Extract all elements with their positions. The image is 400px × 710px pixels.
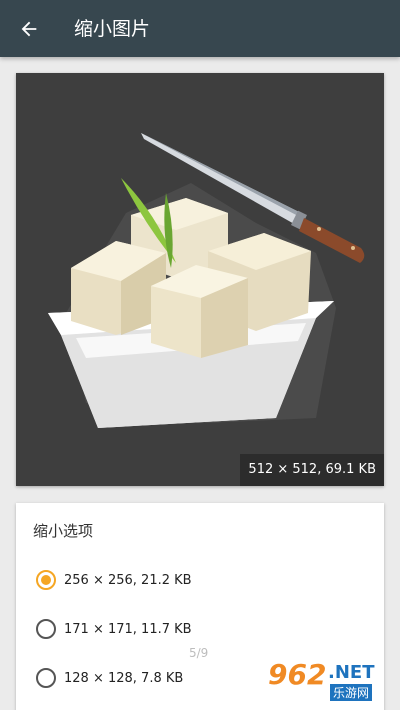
arrow-back-icon [21,21,37,37]
original-size-caption: 512 × 512, 69.1 KB [240,454,384,486]
option-256[interactable]: 256 × 256, 21.2 KB [36,562,366,598]
watermark-number: 962 [268,658,327,691]
radio-unchecked-icon[interactable] [36,619,56,639]
watermark-logo: 962 .NET 乐游网 [266,658,396,706]
radio-unchecked-icon[interactable] [36,668,56,688]
app-bar: 缩小图片 [0,0,400,57]
option-label: 256 × 256, 21.2 KB [64,572,192,588]
page-indicator: 5/9 [189,646,209,660]
option-171[interactable]: 171 × 171, 11.7 KB [36,611,366,647]
back-button[interactable] [12,12,46,46]
tofu-image [48,133,365,428]
watermark-text: 乐游网 [330,684,373,701]
options-title: 缩小选项 [33,522,94,540]
page-title: 缩小图片 [74,18,151,40]
radio-checked-icon[interactable] [36,570,56,590]
image-preview: 512 × 512, 69.1 KB [16,73,384,486]
option-label: 128 × 128, 7.8 KB [64,670,184,686]
watermark-suffix: .NET [328,662,375,683]
option-label: 171 × 171, 11.7 KB [64,621,192,637]
